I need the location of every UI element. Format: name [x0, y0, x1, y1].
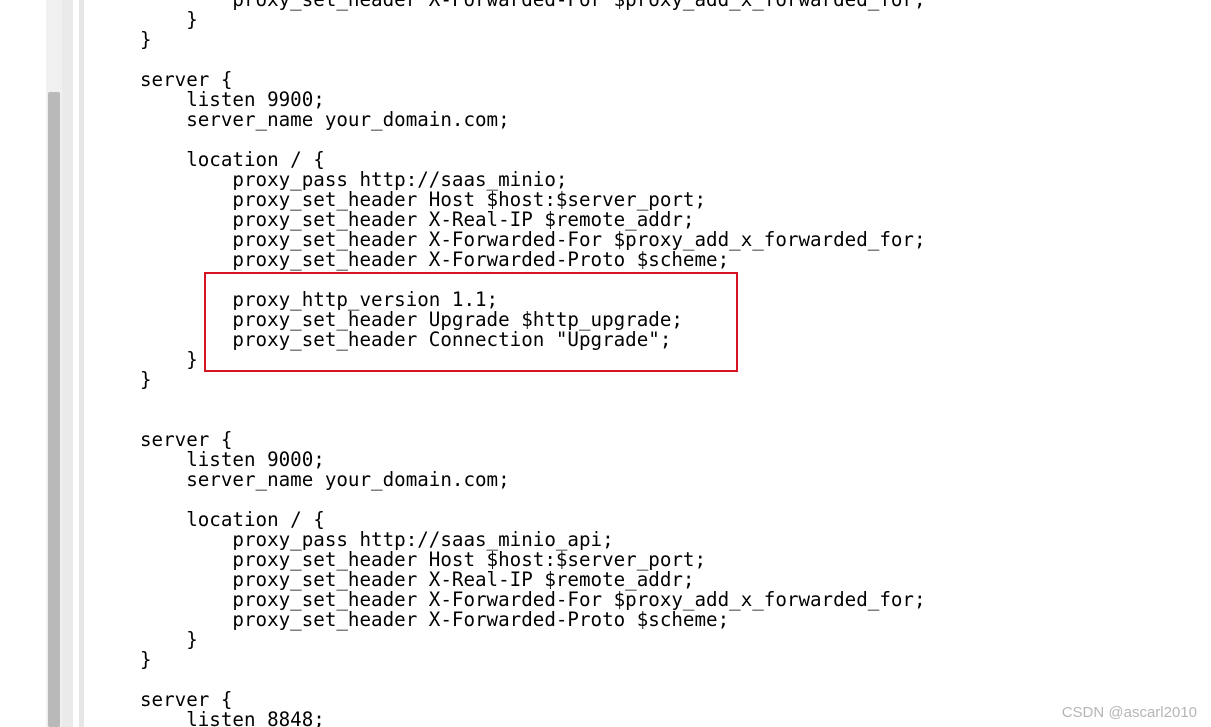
- code-area: proxy_set_header X-Forwarded-For $proxy_…: [84, 0, 1211, 727]
- scrollbar-thumb[interactable]: [48, 92, 60, 727]
- code-content: proxy_set_header X-Forwarded-For $proxy_…: [84, 0, 1211, 727]
- watermark: CSDN @ascarl2010: [1062, 704, 1197, 721]
